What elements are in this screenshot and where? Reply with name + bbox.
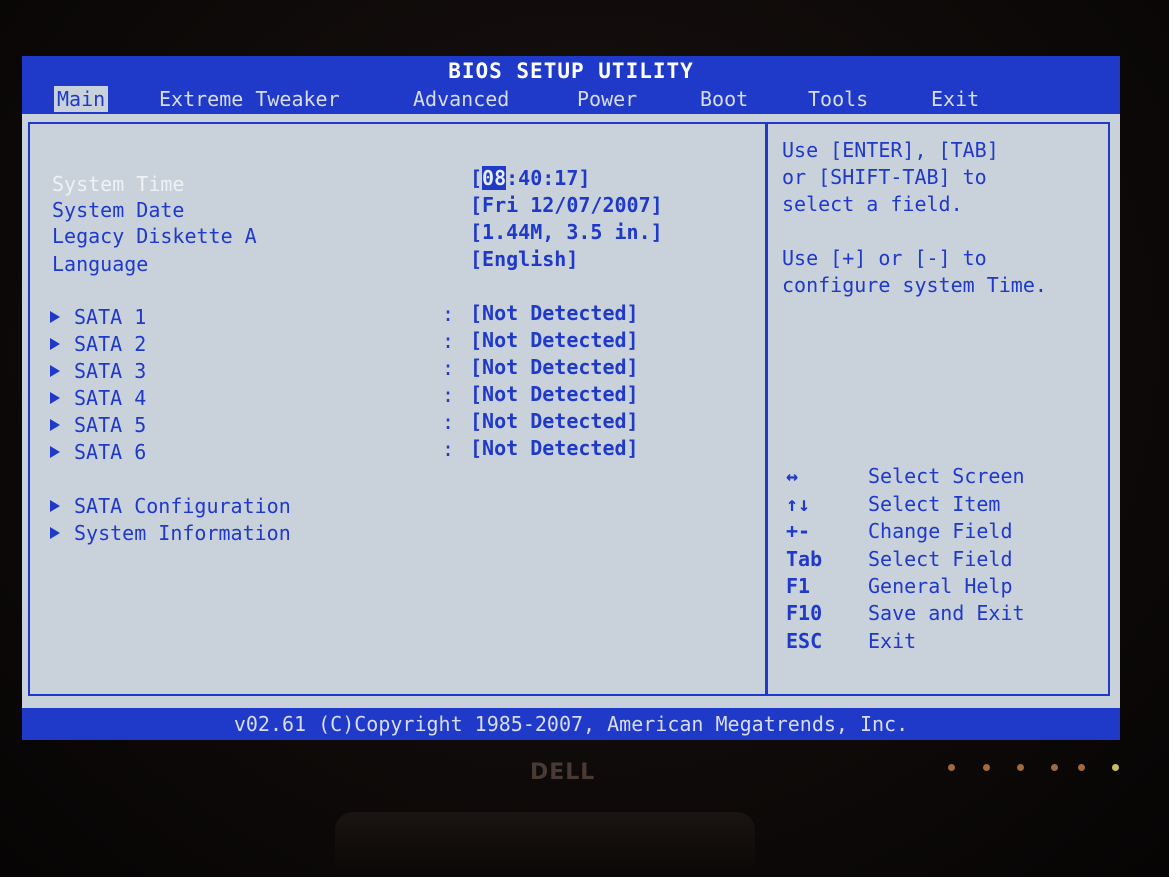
bezel-led: [1017, 764, 1024, 771]
sata-3-label: SATA 3: [74, 359, 147, 383]
key-arrows-ud: ↑↓: [786, 492, 811, 516]
help-line-3: select a field.: [782, 192, 963, 216]
system-time-hour-field[interactable]: 08: [482, 166, 507, 190]
sata-5-value: [Not Detected]: [470, 409, 639, 433]
sata-1-sep: :: [442, 302, 455, 326]
help-line-5: configure system Time.: [782, 273, 1047, 297]
copyright-footer: v02.61 (C)Copyright 1985-2007, American …: [22, 708, 1120, 740]
sata-1-label: SATA 1: [74, 305, 147, 329]
panel-divider: [765, 122, 768, 696]
key-f1: F1: [786, 574, 811, 598]
language-label[interactable]: Language: [52, 252, 148, 276]
sata-5-item[interactable]: SATA 5: [50, 413, 146, 437]
help-line-2: or [SHIFT-TAB] to: [782, 165, 987, 189]
sata-5-label: SATA 5: [74, 413, 147, 437]
triangle-right-icon: [50, 445, 60, 458]
key-desc-select-item: Select Item: [868, 492, 1001, 516]
triangle-right-icon: [50, 499, 60, 512]
sata-4-value: [Not Detected]: [470, 382, 639, 406]
bios-title: BIOS SETUP UTILITY: [22, 56, 1120, 86]
bezel-led: [1051, 764, 1058, 771]
sata-3-sep: :: [442, 356, 455, 380]
sata-6-label: SATA 6: [74, 440, 147, 464]
sata-4-sep: :: [442, 383, 455, 407]
sata-2-label: SATA 2: [74, 332, 147, 356]
monitor-stand: [335, 812, 755, 877]
system-date-label[interactable]: System Date: [52, 198, 184, 222]
help-line-4: Use [+] or [-] to: [782, 246, 987, 270]
key-arrows-lr: ↔: [786, 464, 799, 488]
triangle-right-icon: [50, 364, 60, 377]
sata-1-item[interactable]: SATA 1: [50, 305, 146, 329]
tab-tools[interactable]: Tools: [808, 86, 868, 112]
sata-2-value: [Not Detected]: [470, 328, 639, 352]
menu-bar: Main Extreme Tweaker Advanced Power Boot…: [22, 86, 1120, 114]
sata-4-item[interactable]: SATA 4: [50, 386, 146, 410]
bezel-led: [983, 764, 990, 771]
system-time-label[interactable]: System Time: [52, 172, 184, 196]
key-tab: Tab: [786, 547, 823, 571]
system-information-item[interactable]: System Information: [50, 521, 291, 545]
system-time-value[interactable]: [08:40:17]: [470, 166, 590, 190]
sata-6-item[interactable]: SATA 6: [50, 440, 146, 464]
tab-main[interactable]: Main: [54, 86, 109, 112]
power-led[interactable]: [1112, 764, 1119, 771]
key-f10: F10: [786, 601, 823, 625]
system-time-rest: :40:17]: [506, 166, 591, 190]
sata-3-item[interactable]: SATA 3: [50, 359, 146, 383]
key-desc-select-screen: Select Screen: [868, 464, 1025, 488]
system-date-value[interactable]: [Fri 12/07/2007]: [470, 193, 663, 217]
triangle-right-icon: [50, 310, 60, 323]
key-desc-exit: Exit: [868, 629, 917, 653]
key-desc-general-help: General Help: [868, 574, 1013, 598]
key-desc-save-exit: Save and Exit: [868, 601, 1025, 625]
key-desc-select-field: Select Field: [868, 547, 1013, 571]
bezel-led: [948, 764, 955, 771]
language-value[interactable]: [English]: [470, 247, 578, 271]
system-information-label: System Information: [74, 521, 291, 545]
sata-configuration-label: SATA Configuration: [74, 494, 291, 518]
sata-configuration-item[interactable]: SATA Configuration: [50, 494, 291, 518]
tab-extreme-tweaker[interactable]: Extreme Tweaker: [159, 86, 340, 112]
triangle-right-icon: [50, 418, 60, 431]
system-time-bracket: [: [470, 166, 483, 190]
legacy-diskette-value[interactable]: [1.44M, 3.5 in.]: [470, 220, 663, 244]
key-desc-change-field: Change Field: [868, 519, 1013, 543]
triangle-right-icon: [50, 391, 60, 404]
triangle-right-icon: [50, 337, 60, 350]
tab-boot[interactable]: Boot: [700, 86, 748, 112]
sata-3-value: [Not Detected]: [470, 355, 639, 379]
key-plus-minus: +-: [786, 519, 811, 543]
sata-2-item[interactable]: SATA 2: [50, 332, 146, 356]
sata-2-sep: :: [442, 329, 455, 353]
sata-4-label: SATA 4: [74, 386, 147, 410]
key-esc: ESC: [786, 629, 823, 653]
tab-exit[interactable]: Exit: [931, 86, 979, 112]
sata-5-sep: :: [442, 410, 455, 434]
sata-1-value: [Not Detected]: [470, 301, 639, 325]
tab-power[interactable]: Power: [577, 86, 637, 112]
sata-6-value: [Not Detected]: [470, 436, 639, 460]
bezel-led: [1078, 764, 1085, 771]
triangle-right-icon: [50, 526, 60, 539]
sata-6-sep: :: [442, 437, 455, 461]
dell-logo: DELL: [530, 760, 596, 785]
bios-screen: BIOS SETUP UTILITY Main Extreme Tweaker …: [22, 56, 1120, 740]
legacy-diskette-label[interactable]: Legacy Diskette A: [52, 224, 257, 248]
tab-advanced[interactable]: Advanced: [413, 86, 509, 112]
help-line-1: Use [ENTER], [TAB]: [782, 138, 999, 162]
